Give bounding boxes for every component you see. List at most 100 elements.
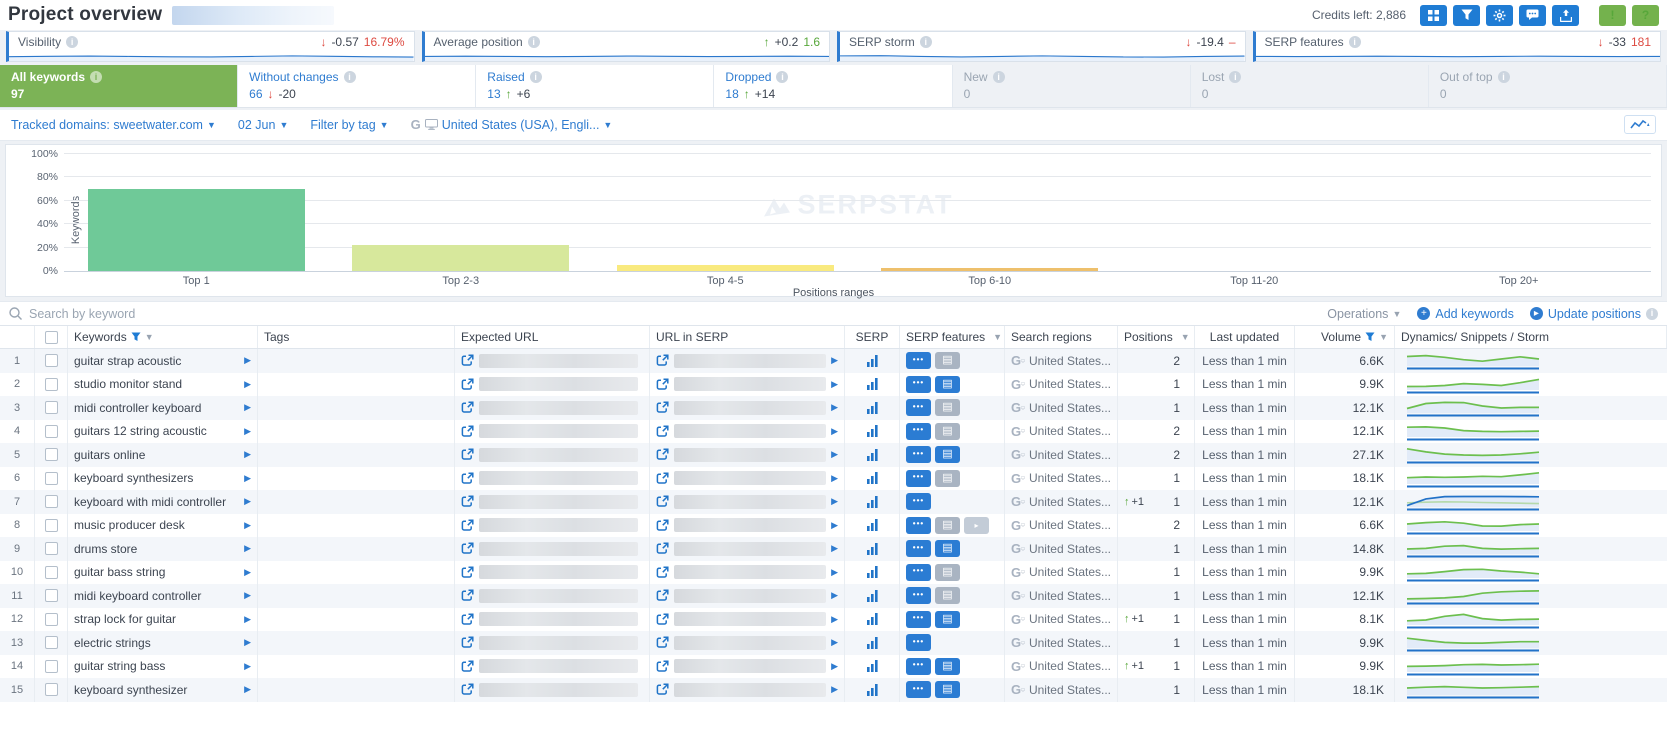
serp-features-badge-icon[interactable]: ••• (906, 352, 931, 370)
serp-history-icon[interactable] (866, 636, 879, 649)
url-expand-arrow-icon[interactable]: ▶ (831, 661, 838, 672)
row-checkbox[interactable] (44, 612, 58, 626)
serp-history-icon[interactable] (866, 542, 879, 555)
row-checkbox[interactable] (44, 354, 58, 368)
chevron-down-icon[interactable]: ▼ (1181, 332, 1190, 342)
select-all-checkbox[interactable] (44, 330, 58, 344)
date-dropdown[interactable]: 02 Jun ▼ (238, 118, 288, 132)
serp-features-badge-icon[interactable]: ••• (906, 563, 931, 581)
metric-card-visibility[interactable]: Visibility i ↓ -0.57 16.79% (6, 31, 415, 62)
row-checkbox[interactable] (44, 377, 58, 391)
snippet-badge-icon[interactable]: ▤ (935, 422, 960, 440)
url-expand-arrow-icon[interactable]: ▶ (831, 684, 838, 695)
tab-raised[interactable]: Raised i 13 ↑ +6 (476, 65, 715, 107)
row-checkbox[interactable] (44, 424, 58, 438)
external-link-icon[interactable] (656, 354, 669, 367)
tab-new[interactable]: New i 0 (952, 65, 1191, 107)
serp-features-badge-icon[interactable]: ••• (906, 610, 931, 628)
external-link-icon[interactable] (461, 472, 474, 485)
alerts-button[interactable]: ! (1599, 4, 1626, 26)
row-checkbox[interactable] (44, 636, 58, 650)
snippet-badge-icon[interactable]: ▤ (935, 681, 960, 699)
metric-card-serp-features[interactable]: SERP features i ↓ -33 181 (1252, 31, 1661, 62)
keyword-expand-arrow-icon[interactable]: ▶ (244, 473, 251, 484)
row-checkbox[interactable] (44, 471, 58, 485)
external-link-icon[interactable] (656, 589, 669, 602)
keyword-expand-arrow-icon[interactable]: ▶ (244, 637, 251, 648)
keyword-expand-arrow-icon[interactable]: ▶ (244, 355, 251, 366)
external-link-icon[interactable] (461, 613, 474, 626)
external-link-icon[interactable] (461, 448, 474, 461)
serp-history-icon[interactable] (866, 495, 879, 508)
url-expand-arrow-icon[interactable]: ▶ (831, 449, 838, 460)
serp-features-badge-icon[interactable]: ••• (906, 469, 931, 487)
serp-features-badge-icon[interactable]: ••• (906, 587, 931, 605)
chart-view-toggle[interactable] (1624, 115, 1656, 134)
row-checkbox[interactable] (44, 659, 58, 673)
url-expand-arrow-icon[interactable]: ▶ (831, 355, 838, 366)
url-expand-arrow-icon[interactable]: ▶ (831, 520, 838, 531)
external-link-icon[interactable] (461, 354, 474, 367)
row-checkbox[interactable] (44, 565, 58, 579)
metric-card-average-position[interactable]: Average position i ↑ +0.2 1.6 (421, 31, 830, 62)
serp-features-badge-icon[interactable]: ••• (906, 493, 931, 511)
external-link-icon[interactable] (461, 683, 474, 696)
external-link-icon[interactable] (656, 448, 669, 461)
keyword-expand-arrow-icon[interactable]: ▶ (244, 379, 251, 390)
external-link-icon[interactable] (461, 495, 474, 508)
tab-lost[interactable]: Lost i 0 (1190, 65, 1429, 107)
external-link-icon[interactable] (461, 542, 474, 555)
row-checkbox[interactable] (44, 542, 58, 556)
url-expand-arrow-icon[interactable]: ▶ (831, 567, 838, 578)
snippet-badge-icon[interactable]: ▤ (935, 563, 960, 581)
tab-dropped[interactable]: Dropped i 18 ↑ +14 (714, 65, 953, 107)
external-link-icon[interactable] (656, 401, 669, 414)
row-checkbox[interactable] (44, 495, 58, 509)
external-link-icon[interactable] (656, 542, 669, 555)
add-keywords-button[interactable]: + Add keywords (1417, 307, 1514, 321)
snippet-badge-icon[interactable]: ▤ (935, 375, 960, 393)
external-link-icon[interactable] (461, 589, 474, 602)
tab-out-of-top[interactable]: Out of top i 0 (1428, 65, 1667, 107)
serp-features-badge-icon[interactable]: ••• (906, 540, 931, 558)
keyword-expand-arrow-icon[interactable]: ▶ (244, 567, 251, 578)
url-expand-arrow-icon[interactable]: ▶ (831, 543, 838, 554)
external-link-icon[interactable] (461, 401, 474, 414)
snippet-badge-icon[interactable]: ▤ (935, 540, 960, 558)
external-link-icon[interactable] (461, 519, 474, 532)
expand-features-icon[interactable]: ▸ (964, 516, 989, 534)
external-link-icon[interactable] (461, 425, 474, 438)
dashboard-grid-icon[interactable] (1420, 4, 1447, 26)
url-expand-arrow-icon[interactable]: ▶ (831, 379, 838, 390)
row-checkbox[interactable] (44, 683, 58, 697)
serp-features-badge-icon[interactable]: ••• (906, 422, 931, 440)
serp-features-badge-icon[interactable]: ••• (906, 681, 931, 699)
external-link-icon[interactable] (461, 660, 474, 673)
external-link-icon[interactable] (656, 683, 669, 696)
row-checkbox[interactable] (44, 518, 58, 532)
external-link-icon[interactable] (656, 378, 669, 391)
serp-history-icon[interactable] (866, 354, 879, 367)
row-checkbox[interactable] (44, 401, 58, 415)
search-input[interactable] (29, 306, 329, 321)
settings-gear-icon[interactable] (1486, 4, 1513, 26)
serp-history-icon[interactable] (866, 660, 879, 673)
help-button[interactable]: ? (1632, 4, 1659, 26)
serp-history-icon[interactable] (866, 566, 879, 579)
serp-features-badge-icon[interactable]: ••• (906, 634, 931, 652)
serp-history-icon[interactable] (866, 472, 879, 485)
url-expand-arrow-icon[interactable]: ▶ (831, 426, 838, 437)
keyword-expand-arrow-icon[interactable]: ▶ (244, 543, 251, 554)
serp-features-badge-icon[interactable]: ••• (906, 446, 931, 464)
external-link-icon[interactable] (461, 636, 474, 649)
external-link-icon[interactable] (656, 566, 669, 579)
url-expand-arrow-icon[interactable]: ▶ (831, 637, 838, 648)
serp-history-icon[interactable] (866, 448, 879, 461)
external-link-icon[interactable] (461, 378, 474, 391)
url-expand-arrow-icon[interactable]: ▶ (831, 496, 838, 507)
external-link-icon[interactable] (656, 636, 669, 649)
serp-features-badge-icon[interactable]: ••• (906, 399, 931, 417)
snippet-badge-icon[interactable]: ▤ (935, 352, 960, 370)
serp-history-icon[interactable] (866, 589, 879, 602)
region-dropdown[interactable]: G United States (USA), Engli... ▼ (411, 117, 613, 132)
